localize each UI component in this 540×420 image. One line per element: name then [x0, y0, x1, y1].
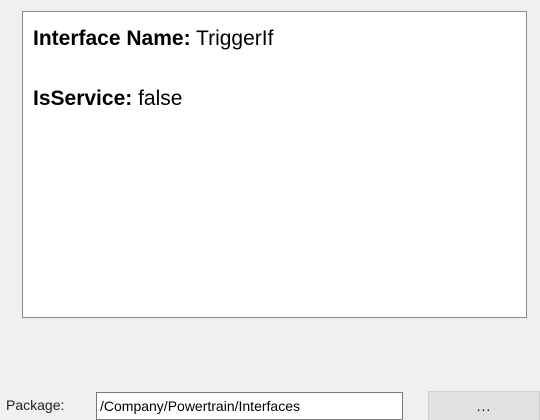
- package-field[interactable]: /Company/Powertrain/Interfaces: [96, 392, 403, 420]
- interface-properties-dialog: Interface Name: TriggerIf IsService: fal…: [0, 0, 540, 420]
- package-label: Package:: [6, 397, 65, 413]
- is-service-value: false: [138, 87, 183, 110]
- is-service-label: IsService:: [33, 87, 133, 110]
- browse-package-button[interactable]: ...: [428, 391, 540, 420]
- is-service-row: IsService: false: [33, 87, 182, 111]
- interface-name-label: Interface Name:: [33, 27, 191, 50]
- interface-details-panel: Interface Name: TriggerIf IsService: fal…: [22, 11, 527, 318]
- interface-name-value: TriggerIf: [196, 27, 274, 50]
- interface-name-row: Interface Name: TriggerIf: [33, 27, 273, 51]
